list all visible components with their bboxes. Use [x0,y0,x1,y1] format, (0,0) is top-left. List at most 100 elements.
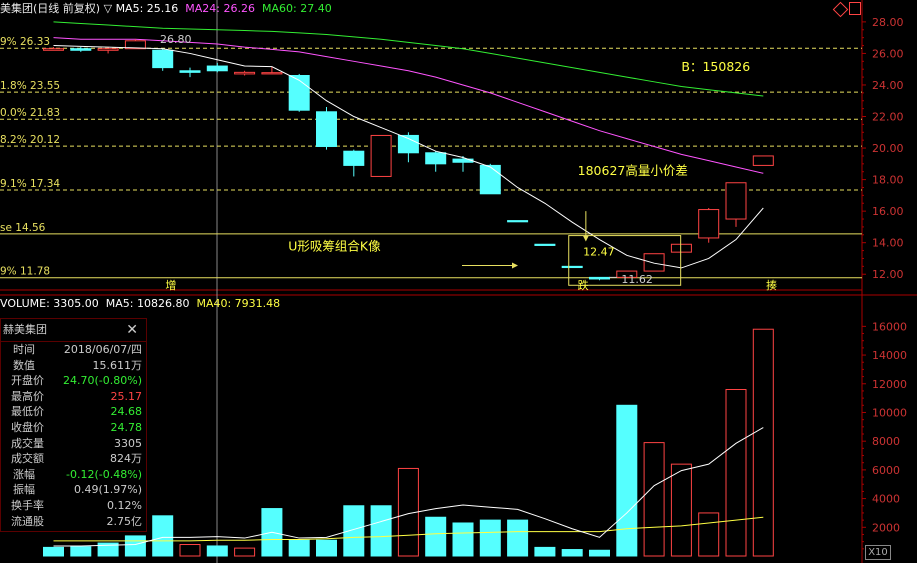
ma24-label: MA24: 26.26 [185,2,255,15]
candle-body [589,276,610,280]
data-window-value: 3305 [114,436,142,450]
ma5-label: MA5: 25.16 [115,2,179,15]
candle-body [752,155,774,166]
price-panel: 9% 26.33 1.8% 23.55 0.0% 21.83 8.2% 20.12 9.… [0,21,862,292]
candle-body [507,220,529,223]
volume-bar [234,547,256,557]
level-label: 9.1% 17.34 [0,178,60,190]
candle-body [152,49,174,69]
price-tick-label: 16.00 [872,205,904,218]
level-label: 9% 11.78 [0,266,50,278]
level-label: se 14.56 [0,222,46,234]
candle-body [425,152,447,165]
scale-badge[interactable]: X10 [865,545,891,560]
volume-bar [507,519,529,557]
data-window-key: 成交量 [11,436,44,450]
volume-bar [288,539,310,557]
volume-bar [670,463,692,557]
data-window-key: 最低价 [11,405,44,419]
volume-bar [70,546,92,557]
volume-bar [370,505,392,557]
candle-body [261,72,283,75]
level-label: 9% 26.33 [0,36,50,48]
volume-bar [479,519,501,557]
ma60-label: MA60: 27.40 [262,2,332,15]
data-window-value: 824万 [110,452,142,466]
data-window-row: 成交量 3305 [1,436,146,452]
candle-body [343,150,365,166]
box-icon[interactable] [849,2,861,15]
vol-tick-label: 16000 [872,320,907,333]
data-window-key: 最高价 [11,389,44,403]
volume-bar [534,546,556,557]
price-tick-label: 20.00 [872,142,904,155]
annotation-label: B：150826 [681,59,750,74]
candle-body [70,48,92,51]
data-window-row: 最高价 25.17 [1,389,146,405]
data-window-key: 收盘价 [11,420,44,434]
data-window-row: 收盘价 24.78 [1,420,146,436]
stock-name[interactable]: 美集团(日线 前复权) [0,2,100,15]
level-label: 8.2% 20.12 [0,134,60,146]
data-window-value: 0.49(1.97%) [73,483,142,497]
volume-bar [643,442,665,557]
volume-bar [616,404,638,557]
data-window-row: 数值 15.611万 [1,358,146,374]
data-window-title[interactable]: 赫美集团 ✕ [1,319,146,342]
annotation-label: 12.47 [583,245,615,258]
data-window-key: 数值 [13,358,35,372]
annotation-label: U形吸筹组合K像 [288,239,381,254]
data-window-value: 2018/06/07/四 [63,343,142,356]
data-window-value: 24.70(-0.80%) [63,374,142,388]
candle-body [670,243,692,253]
header-row: 美集团(日线 前复权) ▽ MA5: 25.16 MA24: 26.26 MA6… [0,2,332,16]
data-window-rows: 时间 2018/06/07/四 数值 15.611万 开盘价 24.70(-0.80%) 最… [1,342,146,529]
candle-body [479,164,501,195]
vol-tick-label: 12000 [872,378,907,391]
vol-tick-label: 8000 [872,435,900,448]
data-window-value: 24.68 [110,405,143,419]
volume-bar [343,505,365,557]
data-window-key: 开盘价 [11,374,44,388]
volume-bar [316,539,337,557]
data-window-row: 涨幅 -0.12(-0.48%) [1,467,146,483]
volume-bar [43,546,64,557]
data-window-key: 涨幅 [13,467,35,481]
price-tick-label: 28.00 [872,16,904,29]
candle-body [43,48,64,51]
volume-bar [698,512,720,557]
vol-tick-label: 4000 [872,493,900,506]
vol-tick-label: 2000 [872,521,900,534]
candle-body [370,134,392,177]
candle-body [725,182,747,220]
y-axis: 28.00 26.00 24.00 22.00 20.00 18.00 16.00 14.00… [862,16,907,550]
level-label: 1.8% 23.55 [0,80,60,92]
dropdown-icon[interactable]: ▽ [104,2,112,15]
data-window-value: 24.78 [110,420,143,434]
price-tick-label: 12.00 [872,268,904,281]
data-window-key: 成交额 [11,452,44,466]
volume-bar [561,549,583,557]
volume-bar [725,389,747,557]
volume-bar [752,328,774,557]
volume-bar [206,545,228,557]
price-tick-label: 24.00 [872,79,904,92]
data-window-value: 15.611万 [92,358,143,372]
vol-tick-label: 14000 [872,349,907,362]
data-window-key: 流通股 [11,514,44,528]
candle-body [316,111,337,147]
data-window-value: 25.17 [110,389,143,403]
data-window-value: 0.12% [107,498,142,512]
volume-bar [425,516,447,557]
candle-body [97,48,119,51]
candle-body [698,209,720,239]
candle-body [534,243,556,246]
arrow-head [582,235,589,242]
signal-marker: 增 [165,278,176,292]
candle-body [397,134,419,154]
data-window-row: 换手率 0.12% [1,498,146,514]
data-window-value: -0.12(-0.48%) [66,467,142,481]
close-icon[interactable]: ✕ [126,319,138,341]
volume-bar [152,515,174,557]
data-window-key: 时间 [13,343,35,356]
